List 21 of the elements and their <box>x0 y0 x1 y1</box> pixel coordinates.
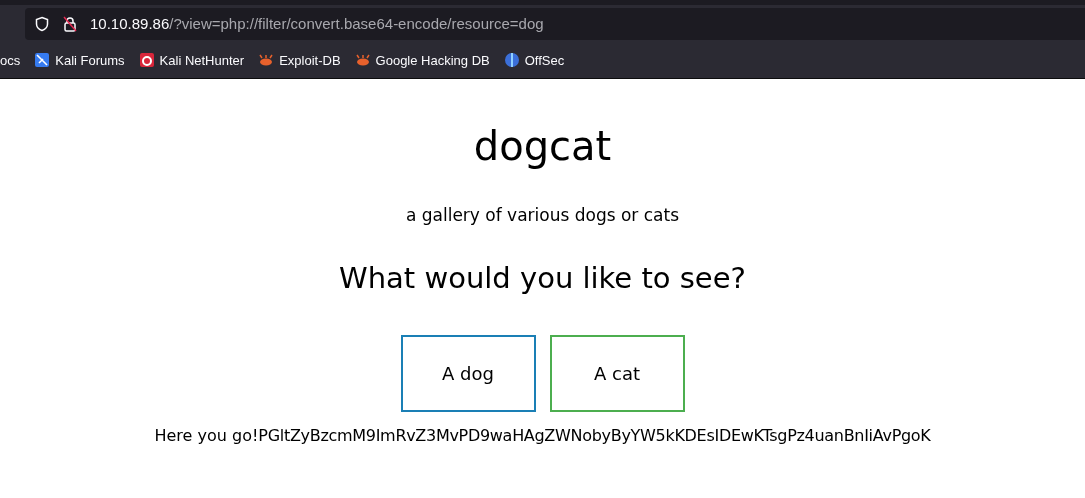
question-heading: What would you like to see? <box>339 261 746 295</box>
bookmark-link[interactable]: ocs <box>0 52 21 68</box>
base64-output: PGltZyBzcmM9ImRvZ3MvPD9waHAgZWNobyByYW5kKDEsIDEwKTsgPz4uanBnIiAvPgoK <box>258 426 931 445</box>
bookmark-link[interactable]: Google Hacking DB <box>354 52 490 68</box>
choice-button[interactable]: A dog <box>400 335 536 412</box>
url-text: 10.10.89.86/?view=php://filter/convert.base64-encode/resource=dog <box>90 15 544 32</box>
address-field[interactable]: 10.10.89.86/?view=php://filter/convert.base64-encode/resource=dog <box>25 7 1085 40</box>
globe-icon <box>503 52 520 68</box>
ring-icon <box>138 52 155 68</box>
choice-button[interactable]: A cat <box>549 335 685 412</box>
bookmark-link[interactable]: OffSec <box>503 52 565 68</box>
bookmark-link[interactable]: Kali NetHunter <box>138 52 245 68</box>
shield-icon[interactable] <box>34 15 50 32</box>
bug-icon <box>258 52 275 68</box>
bug-icon <box>354 52 371 68</box>
page-title: dogcat <box>473 123 612 169</box>
page-subtitle: a gallery of various dogs or cats <box>405 205 680 225</box>
bookmark-link[interactable]: Exploit-DB <box>258 52 341 68</box>
insecure-lock-icon[interactable] <box>62 15 78 32</box>
output-intro: Here you go! <box>154 426 259 445</box>
bookmark-link[interactable]: Kali Forums <box>34 52 125 68</box>
